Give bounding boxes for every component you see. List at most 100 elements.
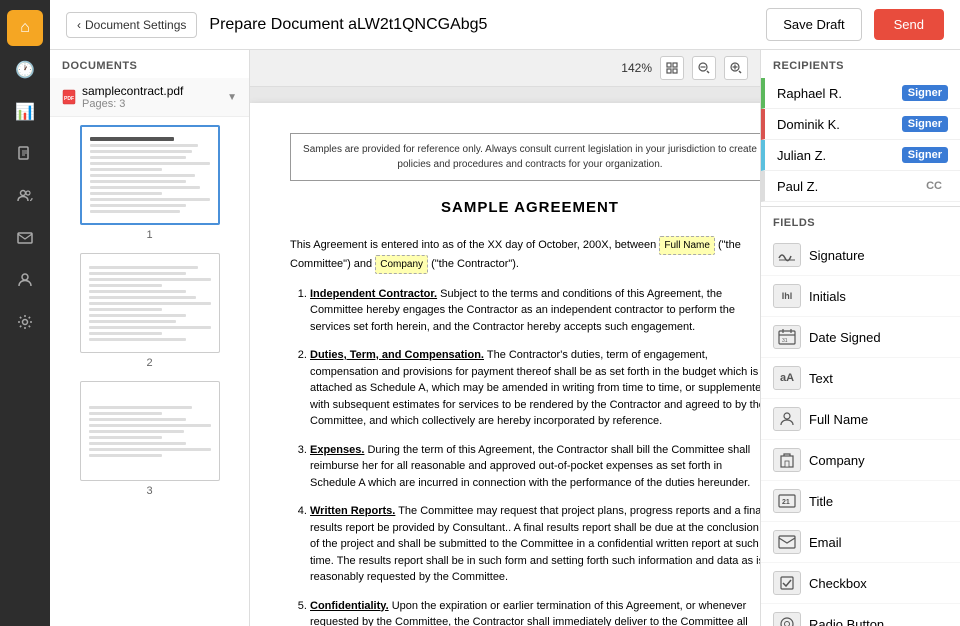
- documents-header: DOCUMENTS: [50, 50, 249, 78]
- field-radio-button[interactable]: Radio Button: [761, 604, 960, 626]
- back-label: Document Settings: [85, 18, 186, 32]
- full-name-label: Full Name: [809, 412, 868, 427]
- signature-icon: [773, 243, 801, 267]
- pdf-icon: PDF: [62, 89, 76, 105]
- recipient-name-paul: Paul Z.: [777, 179, 818, 194]
- recipient-role-julian: Signer: [902, 147, 948, 163]
- settings-icon[interactable]: [7, 304, 43, 340]
- section-4: Written Reports. The Committee may reque…: [310, 503, 760, 586]
- section-2: Duties, Term, and Compensation. The Cont…: [310, 347, 760, 430]
- section-1: Independent Contractor. Subject to the t…: [310, 286, 760, 336]
- initials-label: Initials: [809, 289, 846, 304]
- zoom-in-button[interactable]: [724, 56, 748, 80]
- field-full-name[interactable]: Full Name: [761, 399, 960, 440]
- users-icon[interactable]: [7, 178, 43, 214]
- email-icon: [773, 530, 801, 554]
- recipient-role-raphael: Signer: [902, 85, 948, 101]
- thumb-label-1: 1: [146, 229, 152, 241]
- initials-icon: Ihl: [773, 284, 801, 308]
- topbar: ‹ Document Settings Prepare Document aLW…: [50, 0, 960, 50]
- right-panel: RECIPIENTS Raphael R. Signer Dominik K. …: [760, 50, 960, 626]
- svg-text:21: 21: [782, 499, 790, 506]
- recipients-header: RECIPIENTS: [761, 50, 960, 78]
- field-company[interactable]: Company: [761, 440, 960, 481]
- checkbox-label: Checkbox: [809, 576, 867, 591]
- date-signed-label: Date Signed: [809, 330, 881, 345]
- clock-icon[interactable]: 🕐: [7, 52, 43, 88]
- doc-sections: Independent Contractor. Subject to the t…: [290, 286, 760, 626]
- recipient-role-dominik: Signer: [902, 116, 948, 132]
- field-initials[interactable]: Ihl Initials: [761, 276, 960, 317]
- recipient-paul[interactable]: Paul Z. CC: [761, 171, 960, 202]
- chevron-left-icon: ‹: [77, 18, 81, 32]
- date-signed-icon: 31: [773, 325, 801, 349]
- thumb-image-1: [80, 125, 220, 225]
- home-icon[interactable]: ⌂: [7, 10, 43, 46]
- text-icon: aA: [773, 366, 801, 390]
- text-label: Text: [809, 371, 833, 386]
- field-text[interactable]: aA Text: [761, 358, 960, 399]
- recipient-raphael[interactable]: Raphael R. Signer: [761, 78, 960, 109]
- content-row: DOCUMENTS PDF samplecontract.pdf Pages: …: [50, 50, 960, 626]
- doc-viewer[interactable]: 142% Samples are provided for reference …: [250, 50, 760, 626]
- field-title[interactable]: 21 Title: [761, 481, 960, 522]
- fields-header: FIELDS: [761, 206, 960, 235]
- pages-count: Pages: 3: [82, 98, 221, 110]
- field-signature[interactable]: Signature: [761, 235, 960, 276]
- checkbox-icon: [773, 571, 801, 595]
- thumb-label-2: 2: [146, 357, 152, 369]
- field-checkbox[interactable]: Checkbox: [761, 563, 960, 604]
- radio-icon: [773, 612, 801, 626]
- notice-box: Samples are provided for reference only.…: [290, 133, 760, 181]
- thumb-image-3: [80, 381, 220, 481]
- documents-panel: DOCUMENTS PDF samplecontract.pdf Pages: …: [50, 50, 250, 626]
- back-button[interactable]: ‹ Document Settings: [66, 12, 197, 38]
- field-date-signed[interactable]: 31 Date Signed: [761, 317, 960, 358]
- save-draft-button[interactable]: Save Draft: [766, 8, 861, 41]
- doc-title: SAMPLE AGREEMENT: [290, 197, 760, 220]
- main-area: ‹ Document Settings Prepare Document aLW…: [50, 0, 960, 626]
- title-label: Title: [809, 494, 833, 509]
- thumb-image-2: [80, 253, 220, 353]
- thumbnail-page-3[interactable]: 3: [58, 381, 241, 497]
- doc-page: Samples are provided for reference only.…: [250, 103, 760, 626]
- envelope-icon[interactable]: [7, 220, 43, 256]
- send-button[interactable]: Send: [874, 9, 944, 40]
- fit-page-button[interactable]: [660, 56, 684, 80]
- doc-file-row[interactable]: PDF samplecontract.pdf Pages: 3 ▼: [50, 78, 249, 117]
- dropdown-arrow-icon[interactable]: ▼: [227, 92, 237, 103]
- recipient-dominik[interactable]: Dominik K. Signer: [761, 109, 960, 140]
- file-icon[interactable]: [7, 136, 43, 172]
- recipient-name-dominik: Dominik K.: [777, 117, 840, 132]
- thumbnail-page-2[interactable]: 2: [58, 253, 241, 369]
- thumbnail-page-1[interactable]: 1: [58, 125, 241, 241]
- page-title: Prepare Document aLW2t1QNCGAbg5: [209, 16, 754, 34]
- company-highlight[interactable]: Company: [375, 255, 428, 274]
- title-icon: 21: [773, 489, 801, 513]
- section-3: Expenses. During the term of this Agreem…: [310, 442, 760, 492]
- chart-icon[interactable]: 📊: [7, 94, 43, 130]
- person-icon[interactable]: [7, 262, 43, 298]
- recipient-name-raphael: Raphael R.: [777, 86, 842, 101]
- thumb-label-3: 3: [146, 485, 152, 497]
- company-icon: [773, 448, 801, 472]
- doc-intro: This Agreement is entered into as of the…: [290, 236, 760, 274]
- field-email[interactable]: Email: [761, 522, 960, 563]
- svg-text:PDF: PDF: [64, 96, 74, 102]
- intro-text: This Agreement is entered into as of the…: [290, 239, 656, 251]
- full-name-highlight[interactable]: Full Name: [659, 236, 715, 255]
- section-5: Confidentiality. Upon the expiration or …: [310, 598, 760, 626]
- doc-thumbnails: 1: [50, 117, 249, 626]
- recipient-role-paul: CC: [920, 178, 948, 194]
- recipient-name-julian: Julian Z.: [777, 148, 826, 163]
- zoom-out-button[interactable]: [692, 56, 716, 80]
- zoom-level: 142%: [621, 61, 652, 75]
- notice-text: Samples are provided for reference only.…: [303, 144, 757, 170]
- full-name-icon: [773, 407, 801, 431]
- file-name: samplecontract.pdf: [82, 84, 221, 98]
- company-label: Company: [809, 453, 865, 468]
- radio-button-label: Radio Button: [809, 617, 884, 626]
- signature-label: Signature: [809, 248, 865, 263]
- viewer-toolbar: 142%: [250, 50, 760, 87]
- recipient-julian[interactable]: Julian Z. Signer: [761, 140, 960, 171]
